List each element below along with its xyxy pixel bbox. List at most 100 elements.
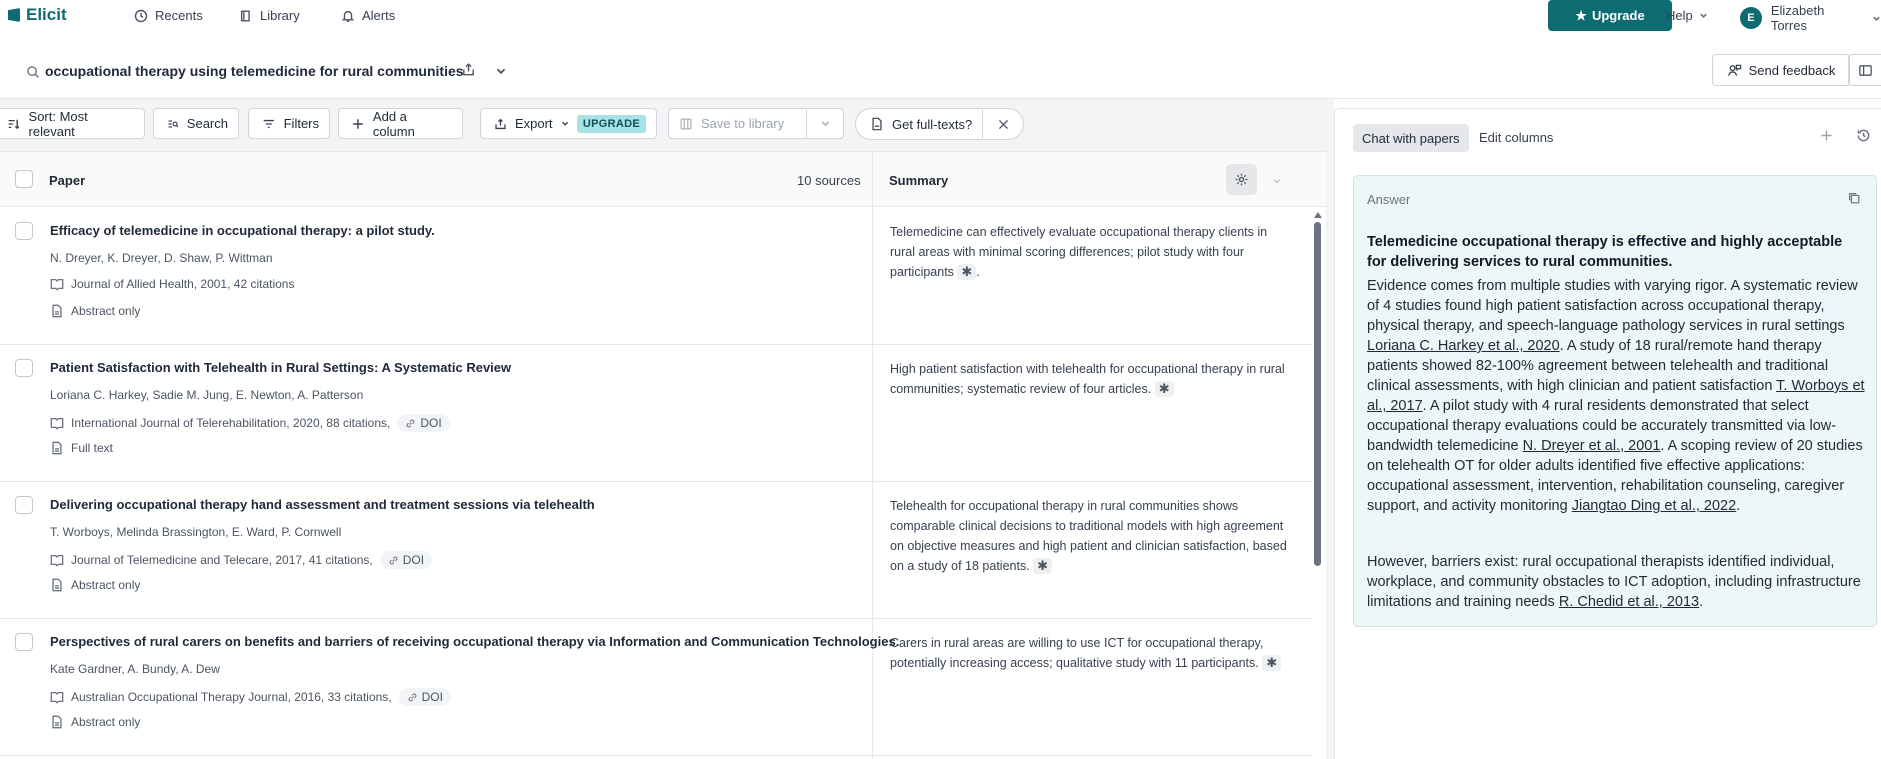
sources-count: 10 sources xyxy=(797,173,861,188)
row-checkbox[interactable] xyxy=(15,359,33,377)
add-column-button[interactable]: Add a column xyxy=(338,108,463,139)
table-row[interactable]: Delivering occupational therapy hand ass… xyxy=(0,482,1312,619)
toggle-panel-button[interactable] xyxy=(1848,54,1881,86)
doi-link[interactable]: DOI xyxy=(379,551,433,569)
paper-journal: International Journal of Telerehabilitat… xyxy=(50,414,450,432)
doi-label: DOI xyxy=(420,416,442,430)
citation-link[interactable]: R. Chedid et al., 2013 xyxy=(1559,594,1699,610)
save-to-library-label: Save to library xyxy=(701,116,785,131)
copy-icon[interactable] xyxy=(1847,191,1861,208)
get-full-texts-button[interactable]: Get full-texts? xyxy=(856,109,984,139)
top-nav: Elicit Recents Library Alerts ★ Upgrade … xyxy=(0,0,1881,33)
row-checkbox[interactable] xyxy=(15,496,33,514)
table-row[interactable]: Patient Satisfaction with Telehealth in … xyxy=(0,345,1312,482)
nav-library[interactable]: Library xyxy=(239,8,300,23)
answer-card: Answer Telemedicine occupational therapy… xyxy=(1353,175,1877,627)
chevron-down-icon xyxy=(821,121,829,127)
filters-label: Filters xyxy=(283,116,319,131)
summary-column-chevron-icon[interactable] xyxy=(1272,174,1282,189)
link-icon xyxy=(389,556,398,564)
doi-link[interactable]: DOI xyxy=(397,414,450,432)
history-icon[interactable] xyxy=(1856,128,1871,146)
upgrade-button[interactable]: ★ Upgrade xyxy=(1548,0,1672,31)
answer-headline: Telemedicine occupational therapy is eff… xyxy=(1367,234,1843,270)
star-icon: ★ xyxy=(1575,7,1587,23)
access-text: Abstract only xyxy=(71,715,141,729)
paper-title[interactable]: Efficacy of telemedicine in occupational… xyxy=(50,223,435,238)
share-icon[interactable] xyxy=(461,62,476,80)
document-icon xyxy=(52,715,62,729)
user-menu[interactable]: E Elizabeth Torres xyxy=(1740,3,1881,33)
tab-chat-with-papers[interactable]: Chat with papers xyxy=(1353,124,1469,152)
paper-journal: Journal of Allied Health, 2001, 42 citat… xyxy=(50,277,294,291)
asterisk-icon[interactable]: ✱ xyxy=(1262,655,1282,671)
nav-library-label: Library xyxy=(260,8,300,23)
answer-label: Answer xyxy=(1367,192,1411,207)
filters-button[interactable]: Filters xyxy=(248,108,330,139)
paper-summary: Telemedicine can effectively evaluate oc… xyxy=(890,222,1290,282)
document-icon xyxy=(52,304,62,318)
get-full-texts-label: Get full-texts? xyxy=(892,116,973,132)
search-query[interactable]: occupational therapy using telemedicine … xyxy=(45,63,464,79)
table-row[interactable]: Efficacy of telemedicine in occupational… xyxy=(0,208,1312,345)
help-label: Help xyxy=(1666,8,1693,23)
paper-title[interactable]: Patient Satisfaction with Telehealth in … xyxy=(50,360,511,375)
citation-link[interactable]: Loriana C. Harkey et al., 2020 xyxy=(1367,338,1560,354)
select-all-checkbox[interactable] xyxy=(15,170,33,188)
send-feedback-label: Send feedback xyxy=(1748,62,1836,78)
search-button-label: Search xyxy=(186,116,228,131)
paper-title[interactable]: Perspectives of rural carers on benefits… xyxy=(50,634,899,649)
pdf-icon xyxy=(872,117,882,131)
document-icon xyxy=(52,441,62,455)
asterisk-icon[interactable]: ✱ xyxy=(957,264,977,280)
feedback-icon xyxy=(1727,64,1741,76)
nav-alerts-label: Alerts xyxy=(362,8,396,23)
paper-journal: Australian Occupational Therapy Journal,… xyxy=(50,688,451,706)
chat-panel: Chat with papers Edit columns Answer Tel… xyxy=(1334,108,1881,759)
citation-link[interactable]: Jiangtao Ding et al., 2022 xyxy=(1572,498,1736,514)
doi-link[interactable]: DOI xyxy=(398,688,451,706)
nav-recents-label: Recents xyxy=(155,8,203,23)
sort-button[interactable]: Sort: Most relevant xyxy=(0,108,145,139)
new-chat-plus-icon[interactable] xyxy=(1819,128,1834,146)
dismiss-full-texts-button[interactable] xyxy=(983,118,1023,131)
paper-title[interactable]: Delivering occupational therapy hand ass… xyxy=(50,497,595,512)
nav-recents[interactable]: Recents xyxy=(134,8,203,23)
upgrade-badge[interactable]: UPGRADE xyxy=(576,114,646,133)
export-button[interactable]: Export UPGRADE xyxy=(480,108,657,139)
journal-icon xyxy=(50,417,64,430)
journal-text: Australian Occupational Therapy Journal,… xyxy=(71,690,392,704)
summary-text: High patient satisfaction with telehealt… xyxy=(890,362,1285,396)
tab-edit-columns[interactable]: Edit columns xyxy=(1479,130,1553,145)
help-menu[interactable]: Help xyxy=(1666,8,1708,23)
column-header-summary: Summary xyxy=(889,173,949,188)
paper-access: Abstract only xyxy=(50,715,140,729)
scroll-up-arrow-icon[interactable] xyxy=(1314,212,1322,218)
row-checkbox[interactable] xyxy=(15,222,33,240)
search-button[interactable]: Search xyxy=(153,108,239,139)
save-library-dropdown[interactable] xyxy=(806,108,844,139)
asterisk-icon[interactable]: ✱ xyxy=(1033,558,1053,574)
table-scrollbar[interactable] xyxy=(1311,210,1326,759)
panel-resize-handle[interactable] xyxy=(1326,99,1334,759)
nav-alerts[interactable]: Alerts xyxy=(341,8,395,23)
send-feedback-button[interactable]: Send feedback xyxy=(1712,54,1850,86)
book-icon xyxy=(240,9,250,22)
citation-link[interactable]: N. Dreyer et al., 2001 xyxy=(1523,438,1661,454)
row-checkbox[interactable] xyxy=(15,633,33,651)
asterisk-icon[interactable]: ✱ xyxy=(1154,381,1174,397)
filter-icon xyxy=(263,119,274,128)
journal-text: Journal of Allied Health, 2001, 42 citat… xyxy=(71,277,295,291)
access-text: Abstract only xyxy=(71,304,141,318)
table-row[interactable]: Perspectives of rural carers on benefits… xyxy=(0,619,1312,756)
sidebar-icon xyxy=(1858,64,1872,76)
column-settings-button[interactable] xyxy=(1226,164,1257,195)
chevron-down-icon xyxy=(561,121,568,126)
elicit-logo[interactable]: Elicit xyxy=(8,5,67,25)
scrollbar-thumb[interactable] xyxy=(1314,222,1321,566)
journal-text: Journal of Telemedicine and Telecare, 20… xyxy=(71,553,373,567)
full-texts-group: Get full-texts? xyxy=(855,108,1024,140)
paper-access: Full text xyxy=(50,441,113,455)
summary-text: Telemedicine can effectively evaluate oc… xyxy=(890,225,1268,279)
query-chevron-down-icon[interactable] xyxy=(495,65,507,80)
